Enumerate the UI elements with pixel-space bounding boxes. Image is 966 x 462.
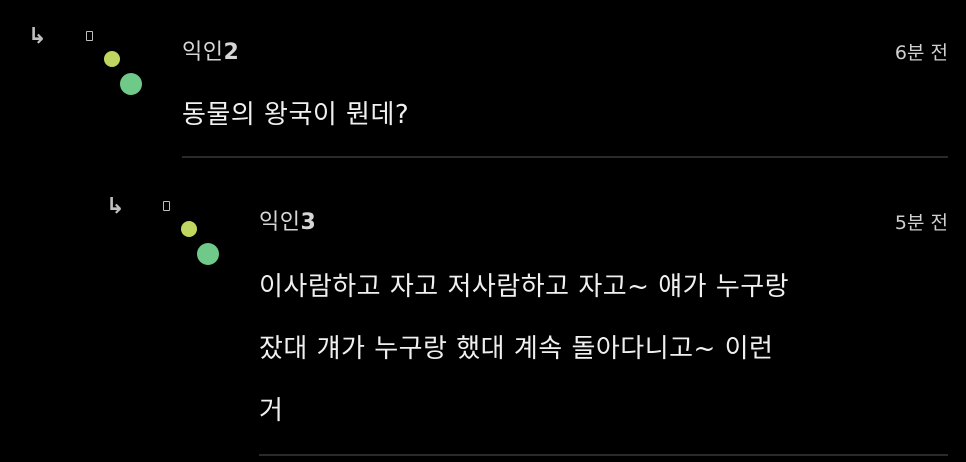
author-prefix: 익인 <box>259 210 301 235</box>
avatar-large-dot <box>120 73 142 95</box>
comment-author[interactable]: 익인3 <box>259 204 316 236</box>
avatar-small-dot <box>104 51 120 67</box>
author-prefix: 익인 <box>182 40 224 65</box>
comment-time: 6분 전 <box>894 42 948 64</box>
reply-arrow-icon[interactable]: ↳ <box>28 26 46 48</box>
comment-author[interactable]: 익인2 <box>182 34 239 66</box>
author-number: 2 <box>223 40 240 65</box>
avatar-large-dot <box>197 243 219 265</box>
reply-arrow-icon[interactable]: ↳ <box>106 196 124 218</box>
comment-body-line: 동물의 왕국이 뭔데? <box>182 100 410 130</box>
comment-body-line: 거 <box>259 396 284 426</box>
avatar-small-dot <box>181 221 197 237</box>
comment-body-line: 잤대 걔가 누구랑 했대 계속 돌아다니고~ 이런 <box>259 334 774 364</box>
phone-icon <box>163 201 170 211</box>
phone-icon <box>86 31 93 41</box>
author-number: 3 <box>300 210 317 235</box>
comment-divider <box>182 156 948 158</box>
comment-time: 5분 전 <box>894 212 948 234</box>
comment-divider <box>259 454 948 456</box>
comment-body-line: 이사람하고 자고 저사람하고 자고~ 얘가 누구랑 <box>259 272 790 302</box>
